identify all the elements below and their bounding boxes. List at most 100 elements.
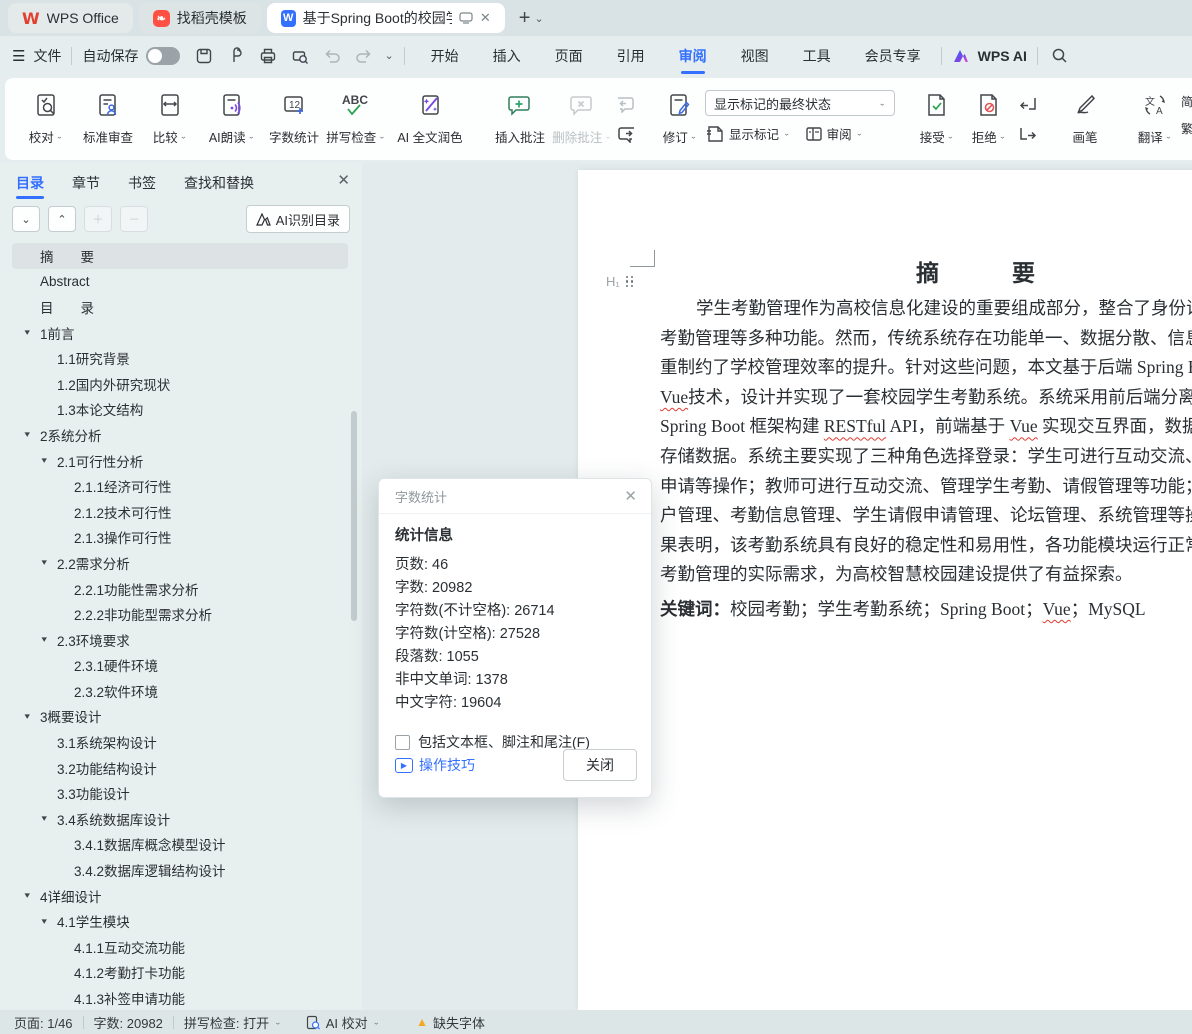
toc-item[interactable]: ▾2.1可行性分析 [12,448,348,474]
menu-插入[interactable]: 插入 [483,42,531,70]
toc-item[interactable]: 1.3本论文结构 [12,397,348,423]
toc-expand-icon[interactable]: ▾ [25,890,30,901]
promote-heading-button[interactable]: ＋ [84,206,112,232]
toc-item[interactable]: ▾4详细设计 [12,883,348,909]
toc-expand-icon[interactable]: ▾ [42,455,47,466]
pop-out-icon[interactable] [459,12,473,24]
toc-expand-icon[interactable]: ▾ [42,813,47,824]
tab-wps-office[interactable]: W WPS Office [8,3,133,33]
menu-视图[interactable]: 视图 [731,42,779,70]
word-count-button[interactable]: 12 字数统计 [263,84,325,146]
print-preview-icon[interactable] [288,44,312,68]
tab-list-chevron-icon[interactable]: ⌄ [534,12,543,25]
tips-link[interactable]: ▶ 操作技巧 [395,755,475,775]
previous-revision-icon[interactable] [1015,94,1041,114]
track-changes-button[interactable]: 修订⌄ [655,84,705,146]
to-simplified-button[interactable]: 繁→ 转简 [1181,119,1192,138]
toc-item[interactable]: 3.4.2数据库逻辑结构设计 [12,857,348,883]
toc-expand-icon[interactable]: ▾ [25,711,30,722]
tab-docer-templates[interactable]: ❧ 找稻壳模板 [139,3,261,33]
expand-heading-button[interactable]: ⌃ [48,206,76,232]
toc-item[interactable]: 2.3.2软件环境 [12,678,348,704]
drag-handle-icon[interactable] [626,276,634,288]
toc-expand-icon[interactable]: ▾ [42,916,47,927]
export-pdf-icon[interactable] [224,44,248,68]
toc-item[interactable]: ▾1前言 [12,320,348,346]
toc-item[interactable]: 1.2国内外研究现状 [12,371,348,397]
toc-item[interactable]: 2.2.2非功能型需求分析 [12,601,348,627]
autosave-toggle[interactable] [146,47,180,65]
to-traditional-button[interactable]: 简→ 转繁 [1181,92,1192,111]
toc-item[interactable]: Abstract [12,269,348,295]
toc-item[interactable]: 3.3功能设计 [12,780,348,806]
checkbox-icon[interactable] [395,735,410,750]
toc-item[interactable]: 2.1.1经济可行性 [12,473,348,499]
word-count-indicator[interactable]: 字数: 20982 [94,1013,163,1032]
search-icon[interactable] [1048,44,1072,68]
page-indicator[interactable]: 页面: 1/46 [14,1013,73,1032]
document-text[interactable]: 摘 要 学生考勤管理作为高校信息化建设的重要组成部分，整合了身份识别、考勤管理等… [660,258,1192,625]
wps-ai-button[interactable]: WPS AI [952,48,1027,64]
spell-check-button[interactable]: ABC 拼写检查⌄ [325,84,387,146]
toc-item[interactable]: 4.1.2考勤打卡功能 [12,960,348,986]
reject-button[interactable]: 拒绝⌄ [963,84,1015,146]
toc-item[interactable]: 2.3.1硬件环境 [12,653,348,679]
close-tab-icon[interactable]: ✕ [480,10,491,26]
sidebar-scrollbar[interactable] [351,411,357,621]
tab-document[interactable]: W 基于Spring Boot的校园学生 ✕ [267,3,505,33]
ai-toc-button[interactable]: AI识别目录 [246,205,350,233]
file-menu[interactable]: 文件 [33,46,61,66]
standard-review-button[interactable]: 标准审查 [77,84,139,146]
close-button[interactable]: 关闭 [563,749,637,781]
next-revision-icon[interactable] [1015,124,1041,144]
sidebar-tab-bookmarks[interactable]: 书签 [128,173,156,199]
toc-item[interactable]: 3.2功能结构设计 [12,755,348,781]
hamburger-icon[interactable]: ☰ [12,47,25,65]
print-icon[interactable] [256,44,280,68]
ai-proofread-button[interactable]: AI 校对⌄ [306,1013,380,1032]
proofread-button[interactable]: 校对⌄ [15,84,77,146]
menu-审阅[interactable]: 审阅 [669,42,717,70]
new-tab-button[interactable]: + [519,7,531,30]
save-icon[interactable] [192,44,216,68]
delete-comment-button[interactable]: 删除批注⌄ [551,84,613,146]
toc-item[interactable]: 2.2.1功能性需求分析 [12,576,348,602]
compare-button[interactable]: 比较⌄ [139,84,201,146]
sidebar-tab-contents[interactable]: 目录 [16,173,44,199]
review-pane-button[interactable]: 审阅⌄ [805,124,864,143]
menu-页面[interactable]: 页面 [545,42,593,70]
toc-item[interactable]: ▾2系统分析 [12,422,348,448]
toc-item[interactable]: ▾2.2需求分析 [12,550,348,576]
toc-item[interactable]: 3.4.1数据库概念模型设计 [12,832,348,858]
quick-access-chevron-icon[interactable]: ⌄ [384,49,393,62]
toc-item[interactable]: 4.1.1互动交流功能 [12,934,348,960]
toc-item[interactable]: 目 录 [12,294,348,320]
toc-item[interactable]: ▾3概要设计 [12,704,348,730]
toc-item[interactable]: 摘 要 [12,243,348,269]
translate-button[interactable]: 文A 翻译⌄ [1129,84,1181,146]
toc-item[interactable]: ▾2.3环境要求 [12,627,348,653]
menu-会员专享[interactable]: 会员专享 [855,42,931,70]
sidebar-tab-find-replace[interactable]: 查找和替换 [184,173,254,199]
close-dialog-icon[interactable]: ✕ [624,487,637,505]
missing-font-warning[interactable]: ▲ 缺失字体 [416,1013,485,1032]
toc-item[interactable]: ▾3.4系统数据库设计 [12,806,348,832]
ink-brush-button[interactable]: 画笔 [1057,84,1113,146]
menu-开始[interactable]: 开始 [421,42,469,70]
insert-comment-button[interactable]: 插入批注 [489,84,551,146]
sidebar-tab-chapters[interactable]: 章节 [72,173,100,199]
undo-icon[interactable] [320,44,344,68]
toc-item[interactable]: 2.1.3操作可行性 [12,525,348,551]
redo-icon[interactable] [352,44,376,68]
previous-comment-icon[interactable] [613,94,639,114]
show-markup-button[interactable]: 显示标记⌄ [705,124,791,143]
toc-expand-icon[interactable]: ▾ [42,557,47,568]
menu-引用[interactable]: 引用 [607,42,655,70]
toc-expand-icon[interactable]: ▾ [25,429,30,440]
accept-button[interactable]: 接受⌄ [911,84,963,146]
toc-item[interactable]: 4.1.3补签申请功能 [12,985,348,1010]
markup-state-dropdown[interactable]: 显示标记的最终状态⌄ [705,90,895,116]
ai-polish-button[interactable]: AI 全文润色 [387,84,473,146]
toc-item[interactable]: 1.1研究背景 [12,345,348,371]
toc-item[interactable]: ▾4.1学生模块 [12,908,348,934]
